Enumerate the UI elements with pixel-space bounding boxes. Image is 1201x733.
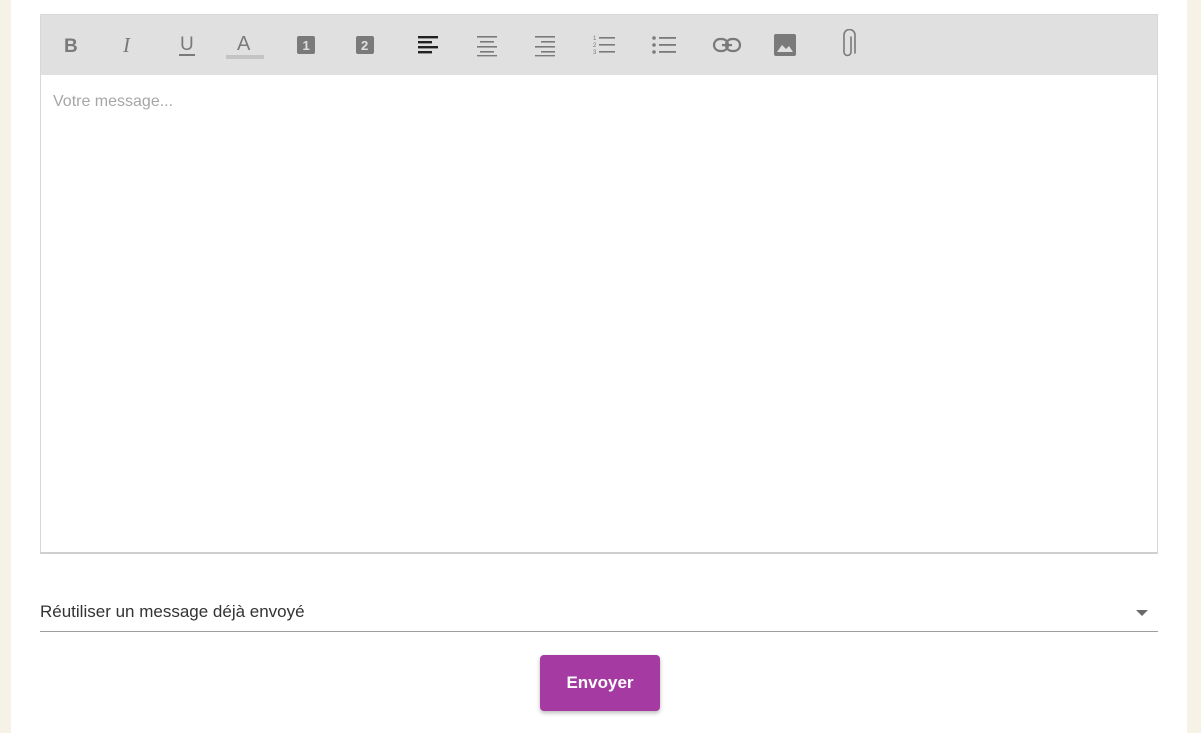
text-color-button[interactable]: A (225, 25, 265, 65)
align-center-icon (475, 33, 499, 57)
svg-text:B: B (64, 36, 78, 56)
svg-text:2: 2 (361, 38, 368, 53)
svg-text:2: 2 (593, 43, 597, 49)
heading-1-button[interactable]: 1 (289, 25, 323, 65)
editor-content (41, 75, 1157, 552)
align-right-icon (533, 33, 557, 57)
paperclip-icon (840, 29, 856, 61)
svg-text:A: A (237, 33, 251, 55)
reuse-message-label: Réutiliser un message déjà envoyé (40, 602, 305, 621)
bold-icon: B (61, 34, 81, 56)
link-icon (712, 35, 742, 55)
caret-down-icon (1136, 610, 1148, 616)
editor-toolbar: B I U A 1 2 1 2 3 (41, 15, 1157, 75)
send-button[interactable]: Envoyer (540, 655, 660, 711)
align-left-button[interactable] (411, 25, 445, 65)
message-panel: B I U A 1 2 1 2 3 Votre message... Réuti… (11, 0, 1187, 733)
image-button[interactable] (768, 25, 802, 65)
italic-button[interactable]: I (112, 25, 146, 65)
attachment-button[interactable] (831, 25, 865, 65)
svg-text:1: 1 (303, 38, 310, 53)
italic-icon: I (119, 34, 139, 56)
heading-2-icon: 2 (355, 35, 375, 55)
text-color-icon: A (225, 30, 265, 60)
link-button[interactable] (710, 25, 744, 65)
underline-button[interactable]: U (170, 25, 204, 65)
message-input[interactable] (53, 93, 1145, 534)
align-left-icon (416, 33, 440, 57)
heading-2-button[interactable]: 2 (348, 25, 382, 65)
bullet-list-button[interactable] (647, 25, 681, 65)
svg-text:I: I (122, 34, 131, 56)
svg-text:U: U (180, 34, 194, 55)
rich-text-editor: B I U A 1 2 1 2 3 Votre message... (40, 14, 1158, 554)
reuse-message-select[interactable]: Réutiliser un message déjà envoyé (40, 590, 1158, 632)
svg-text:1: 1 (593, 36, 597, 42)
ordered-list-icon: 1 2 3 (592, 33, 616, 57)
bullet-list-icon (651, 33, 677, 57)
underline-icon: U (176, 32, 198, 58)
ordered-list-button[interactable]: 1 2 3 (587, 25, 621, 65)
image-icon (773, 33, 797, 57)
bold-button[interactable]: B (54, 25, 88, 65)
align-center-button[interactable] (470, 25, 504, 65)
heading-1-icon: 1 (296, 35, 316, 55)
svg-text:3: 3 (593, 50, 597, 56)
align-right-button[interactable] (528, 25, 562, 65)
